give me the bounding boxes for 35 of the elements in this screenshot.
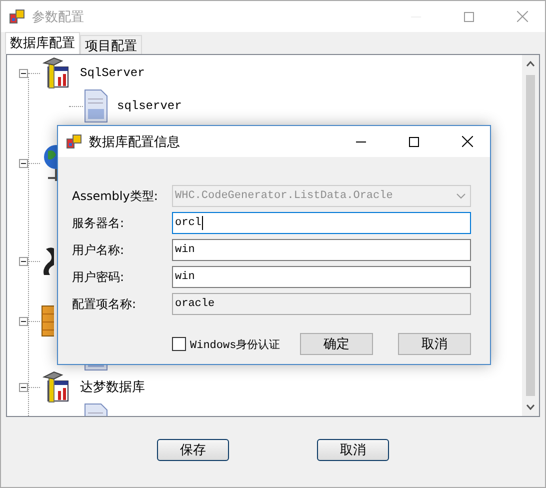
window-title: 参数配置 <box>32 8 85 26</box>
tab[interactable]: 数据库配置 <box>5 32 80 54</box>
collapse-toggle[interactable] <box>19 316 28 326</box>
input-field[interactable]: orcl <box>172 212 471 234</box>
document-icon <box>83 89 109 123</box>
collapse-toggle[interactable] <box>19 68 28 78</box>
collapse-toggle[interactable] <box>19 256 28 266</box>
scroll-down-icon[interactable] <box>526 404 535 410</box>
cancel-button[interactable]: 取消 <box>398 333 471 355</box>
scrollbar[interactable] <box>522 55 539 416</box>
maximize-icon[interactable] <box>409 136 419 146</box>
save-button[interactable]: 保存 <box>157 439 229 461</box>
cancel-button[interactable]: 取消 <box>317 439 389 461</box>
input-field[interactable]: win <box>172 266 471 288</box>
tree-node[interactable]: sqlserver <box>117 99 182 113</box>
field-label: 用户名称: <box>72 242 126 258</box>
ok-button[interactable]: 确定 <box>300 333 373 355</box>
dialog-icon <box>66 134 82 150</box>
windows-auth-checkbox[interactable]: Windows身份认证 <box>172 336 300 352</box>
tab[interactable]: 项目配置 <box>80 35 142 54</box>
app-icon <box>9 8 25 24</box>
field-label: Assembly类型: <box>72 188 159 204</box>
field-label: 服务器名: <box>72 214 126 232</box>
scroll-up-icon[interactable] <box>526 61 535 67</box>
field-label: 用户密码: <box>72 268 126 286</box>
minimize-icon[interactable] <box>356 140 366 142</box>
collapse-toggle[interactable] <box>19 158 28 168</box>
tree-node[interactable]: SqlServer <box>80 66 145 80</box>
close-icon[interactable] <box>462 136 472 147</box>
field-label: 配置项名称: <box>72 296 138 312</box>
collapse-toggle[interactable] <box>19 382 28 392</box>
dialog-title: 数据库配置信息 <box>89 134 181 150</box>
input-field[interactable]: win <box>172 239 471 261</box>
tree-node[interactable]: 达梦数据库 <box>80 378 145 396</box>
stack-icon <box>40 304 54 338</box>
